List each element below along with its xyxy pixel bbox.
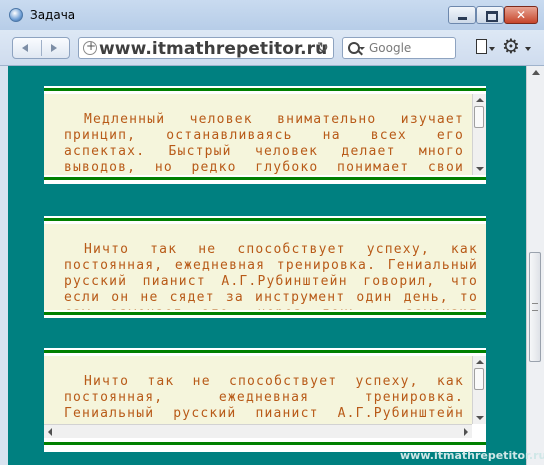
gear-icon[interactable]: ⚙ [502, 35, 520, 57]
green-rule-bottom [44, 312, 486, 315]
box-text: Ничто так не способствует успеху, как по… [64, 242, 478, 310]
back-icon[interactable] [22, 44, 28, 52]
vertical-scrollbar[interactable] [472, 356, 486, 424]
box-text: Ничто так не способствует успеху, как по… [64, 374, 464, 424]
scroll-right-icon[interactable] [464, 428, 468, 436]
chevron-down-icon[interactable] [525, 47, 531, 51]
reload-icon[interactable]: ↻ [317, 40, 329, 56]
vertical-scrollbar[interactable] [472, 94, 486, 175]
window-title: Задача [30, 8, 76, 22]
page-icon [476, 39, 487, 54]
page-scrollbar[interactable] [526, 66, 544, 465]
scroll-thumb[interactable] [529, 252, 541, 362]
address-url[interactable]: www.itmathrepetitor.ru [99, 39, 327, 59]
maximize-button[interactable] [476, 6, 504, 24]
navigation-toolbar: www.itmathrepetitor.ru ↻ Google ⚙ [0, 30, 544, 66]
green-rule-top [44, 350, 486, 353]
scroll-up-icon[interactable] [476, 98, 484, 102]
chevron-down-icon [489, 47, 495, 51]
textarea-1[interactable]: Медленный человек внимательно изучает пр… [44, 94, 472, 175]
window-titlebar: Задача ✕ [0, 0, 544, 30]
nav-separator [41, 40, 42, 56]
site-identity-icon[interactable] [83, 39, 97, 55]
horizontal-scrollbar[interactable] [44, 424, 472, 438]
page-content: Медленный человек внимательно изучает пр… [8, 66, 526, 465]
scroll-up-icon[interactable] [476, 360, 484, 364]
green-rule-bottom [44, 177, 486, 180]
search-engine-dropdown-icon[interactable] [359, 47, 365, 50]
text-box-1: Медленный человек внимательно изучает пр… [44, 86, 486, 184]
green-rule-bottom [44, 442, 486, 445]
search-input[interactable]: Google [342, 37, 456, 59]
box-text: Медленный человек внимательно изучает пр… [64, 112, 464, 175]
scroll-down-icon[interactable] [476, 416, 484, 420]
text-box-3: Ничто так не способствует успеху, как по… [44, 348, 486, 452]
page-menu-button[interactable] [476, 39, 495, 58]
textarea-2[interactable]: Ничто так не способствует успеху, как по… [44, 224, 486, 310]
scroll-thumb[interactable] [474, 368, 484, 390]
scroll-up-icon[interactable] [532, 70, 540, 75]
scroll-thumb[interactable] [474, 106, 484, 128]
watermark: www.itmathrepetitor.ru [400, 449, 544, 462]
forward-icon[interactable] [51, 44, 57, 52]
window-left-border [0, 66, 8, 465]
textarea-3[interactable]: Ничто так не способствует успеху, как по… [44, 356, 472, 424]
search-placeholder: Google [369, 41, 412, 55]
address-bar[interactable]: www.itmathrepetitor.ru ↻ [78, 37, 334, 59]
browser-app-icon [9, 8, 23, 22]
close-icon: ✕ [515, 8, 527, 22]
minimize-button[interactable] [448, 6, 476, 24]
text-box-2: Ничто так не способствует успеху, как по… [44, 216, 486, 318]
green-rule-top [44, 218, 486, 221]
nav-buttons [12, 37, 70, 59]
scroll-left-icon[interactable] [48, 428, 52, 436]
green-rule-top [44, 88, 486, 91]
scroll-down-icon[interactable] [476, 167, 484, 171]
close-button[interactable]: ✕ [504, 6, 538, 24]
